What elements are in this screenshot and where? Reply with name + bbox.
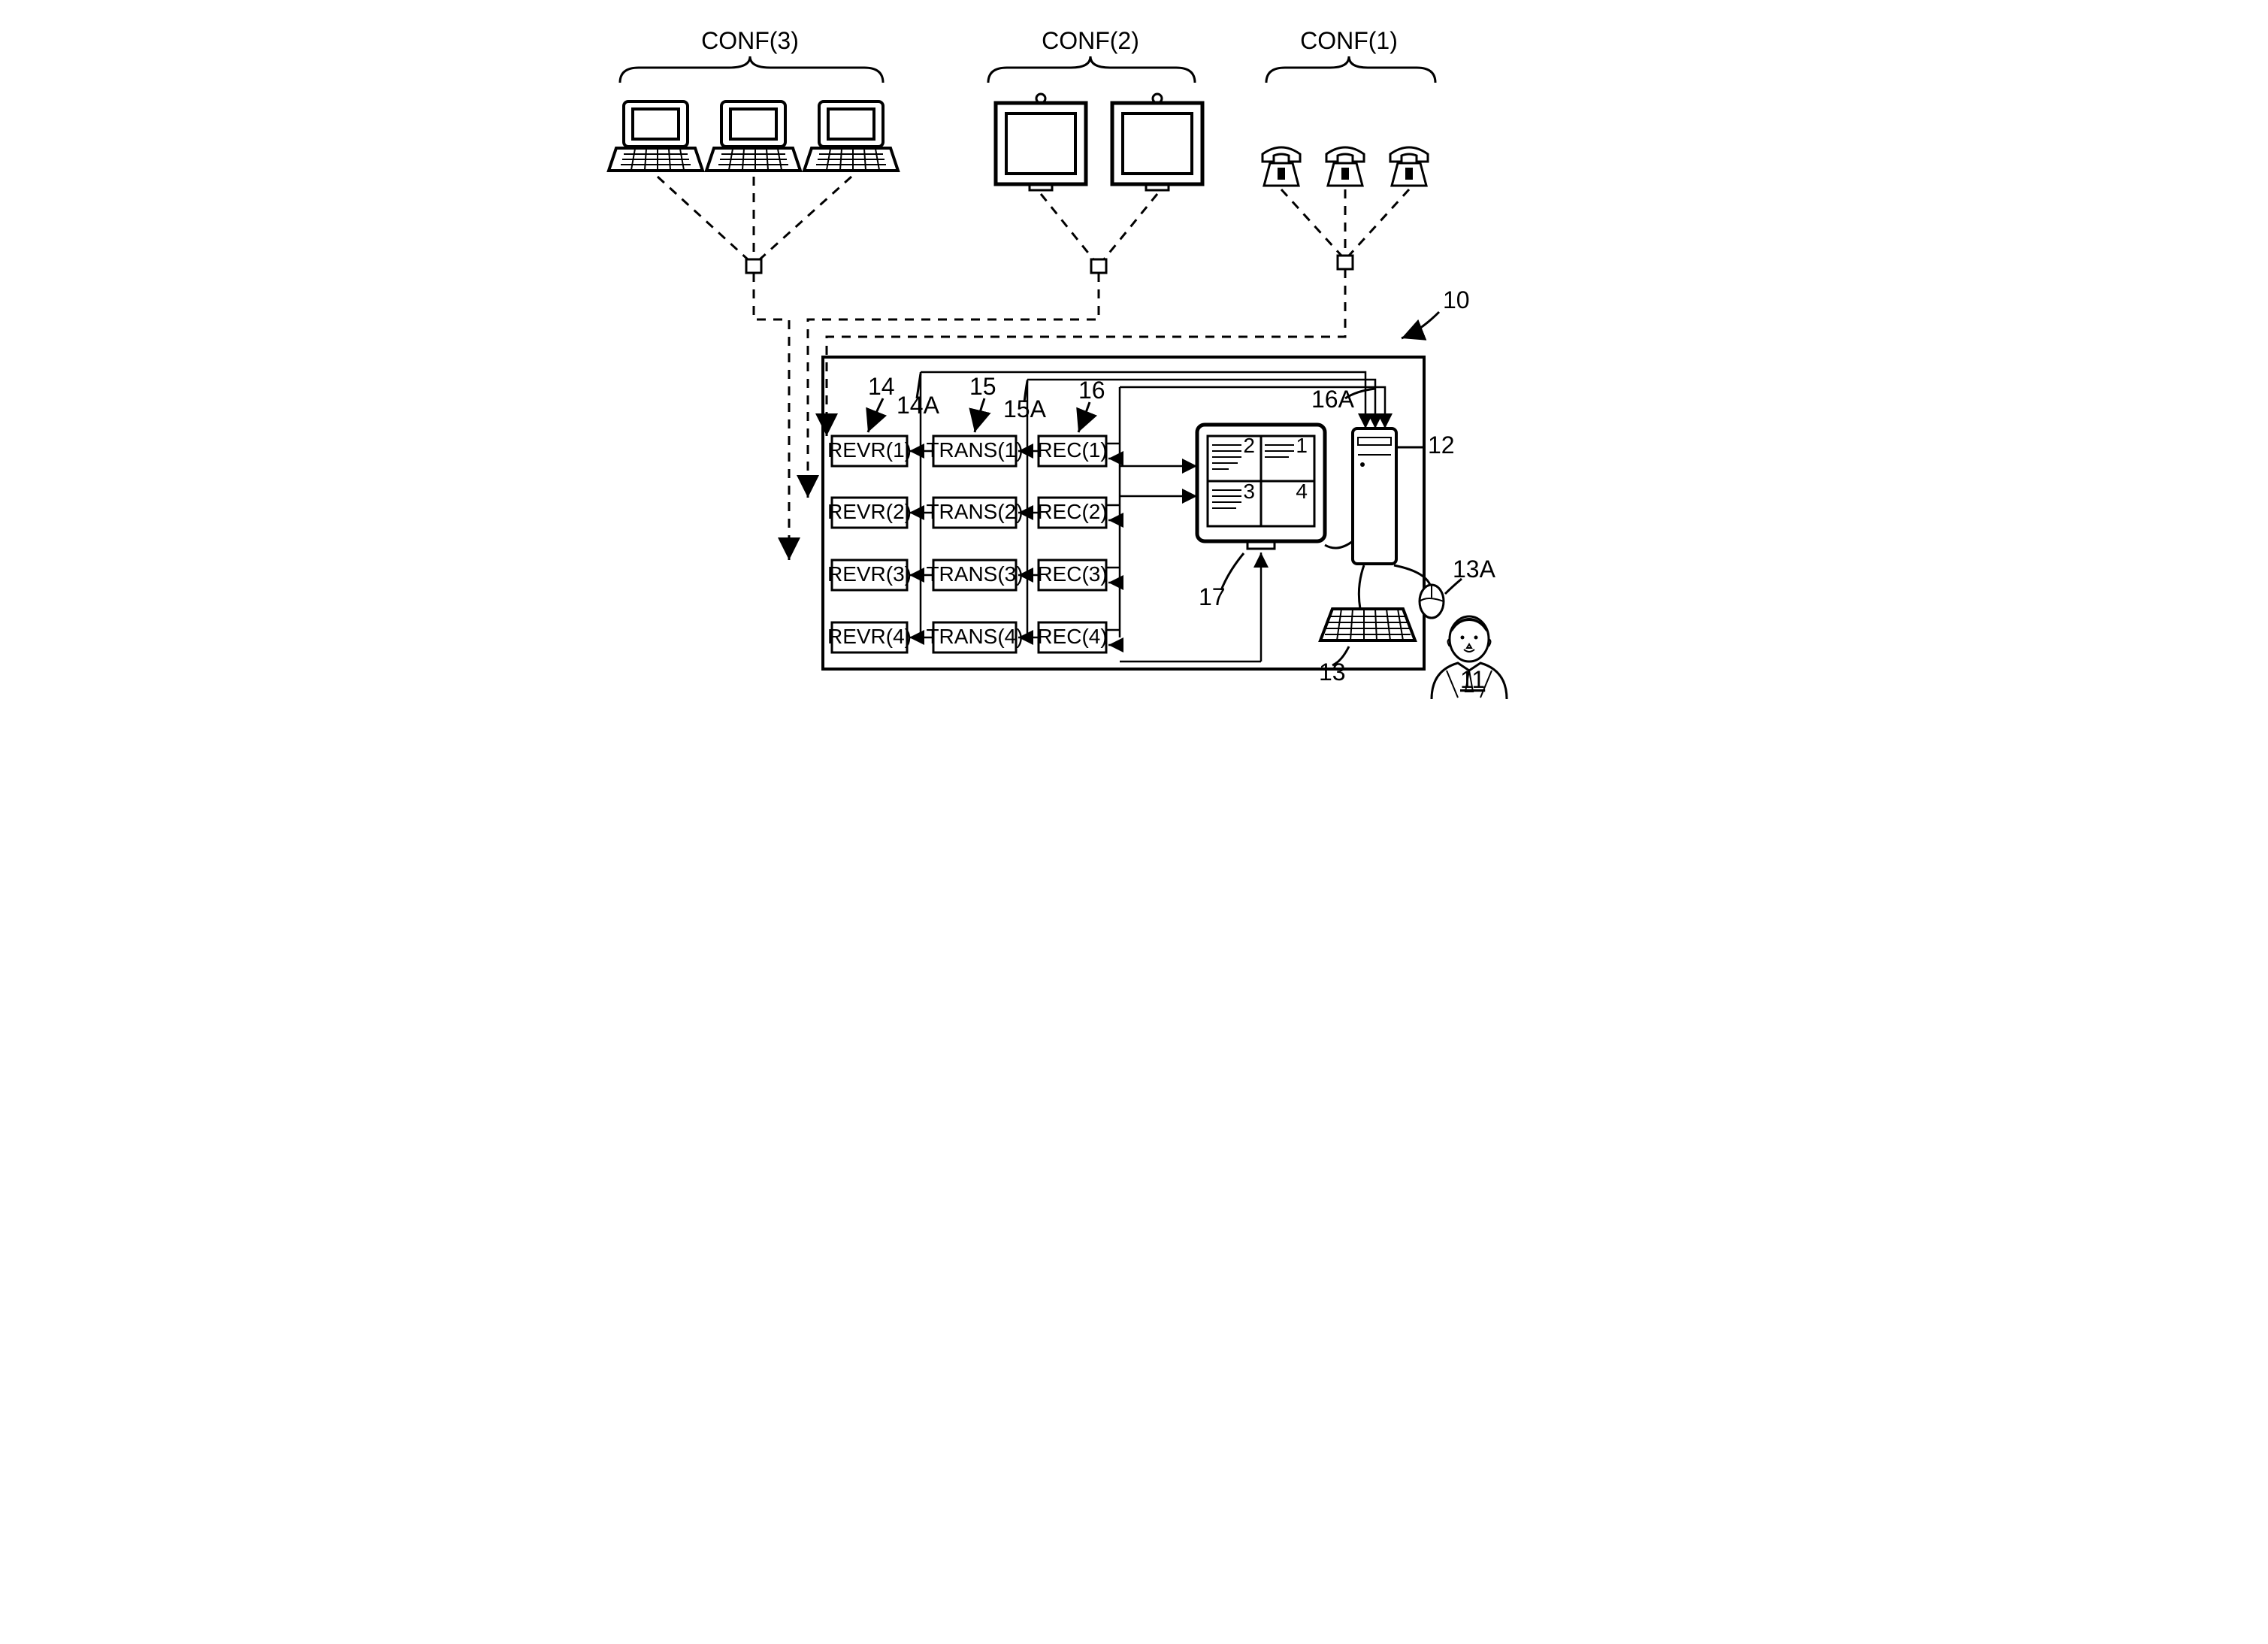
laptop-icon	[706, 101, 800, 171]
ref-13a-label: 13A	[1453, 556, 1496, 583]
trans3-label: TRANS(3)	[926, 562, 1023, 586]
conf2-links	[1041, 194, 1157, 259]
ref-13-label: 13	[1319, 659, 1346, 686]
phone-icon	[1326, 147, 1364, 186]
laptop-icon	[804, 101, 898, 171]
ref-16-label: 16	[1078, 377, 1105, 404]
revr-col: REVR(1) REVR(2) REVR(3) REVR(4)	[827, 436, 911, 652]
revr1-label: REVR(1)	[827, 438, 911, 462]
quad-2: 2	[1243, 434, 1255, 457]
conf1-links	[1281, 189, 1409, 256]
conf2-group: CONF(2)	[988, 27, 1195, 83]
keyboard-icon	[1320, 609, 1415, 640]
trans4-label: TRANS(4)	[926, 625, 1023, 648]
quad-4: 4	[1296, 480, 1308, 503]
hub-icon	[1091, 259, 1106, 273]
revr4-label: REVR(4)	[827, 625, 911, 648]
phone-icon	[1390, 147, 1428, 186]
conf1-brace	[1266, 56, 1435, 83]
ref-15a-label: 15A	[1003, 395, 1047, 422]
rec3-label: REC(3)	[1037, 562, 1107, 586]
rec1-label: REC(1)	[1037, 438, 1107, 462]
ref-11-label: 11	[1460, 666, 1485, 693]
hub-icon	[746, 259, 761, 273]
rec2-label: REC(2)	[1037, 500, 1107, 523]
monitor-icon	[1112, 94, 1202, 190]
diagram-root: CONF(3) CONF(2) CONF(1)	[567, 0, 1701, 822]
tower-icon	[1353, 428, 1396, 564]
rec-col: REC(1) REC(2) REC(3) REC(4)	[1037, 436, 1107, 652]
conf3-brace	[620, 56, 883, 83]
ref-10-arrow	[1402, 312, 1439, 338]
rec4-label: REC(4)	[1037, 625, 1107, 648]
quad-3: 3	[1243, 480, 1255, 503]
phone-icon	[1263, 147, 1300, 186]
display-monitor: 1 2 3 4	[1197, 425, 1325, 549]
ref-15-label: 15	[969, 373, 996, 400]
revr3-label: REVR(3)	[827, 562, 911, 586]
ref-10-label: 10	[1443, 286, 1470, 313]
monitor-icon	[996, 94, 1086, 190]
conf3-label: CONF(3)	[701, 27, 799, 54]
quad-1: 1	[1296, 434, 1308, 457]
rec-to-trans-arrows	[1018, 451, 1039, 637]
trans-col: TRANS(1) TRANS(2) TRANS(3) TRANS(4)	[926, 436, 1023, 652]
laptop-icon	[609, 101, 703, 171]
conf2-label: CONF(2)	[1042, 27, 1139, 54]
ref-14a-label: 14A	[897, 392, 940, 419]
trans2-label: TRANS(2)	[926, 500, 1023, 523]
trans1-label: TRANS(1)	[926, 438, 1023, 462]
hub-icon	[1338, 256, 1353, 269]
ref-16a-label: 16A	[1311, 386, 1355, 413]
revr2-label: REVR(2)	[827, 500, 911, 523]
ref-12-label: 12	[1428, 431, 1455, 459]
conf2-brace	[988, 56, 1195, 83]
ref-14-label: 14	[868, 373, 895, 400]
ref-17-label: 17	[1199, 583, 1226, 610]
conf3-group: CONF(3)	[620, 27, 883, 83]
conf3-to-revr	[754, 273, 789, 560]
conf1-group: CONF(1)	[1266, 27, 1435, 83]
conf1-label: CONF(1)	[1300, 27, 1398, 54]
conf3-links	[658, 177, 851, 259]
